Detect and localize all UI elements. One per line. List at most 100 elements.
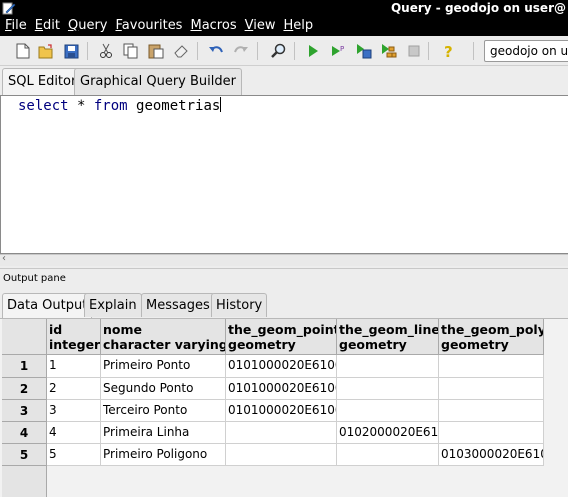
row-header[interactable]: 1 [2,355,47,378]
menu-bar: File Edit Query Favourites Macros View H… [0,16,568,36]
menu-edit[interactable]: Edit [34,16,65,36]
scroll-left-icon[interactable]: ‹ [2,253,6,264]
row-header[interactable]: 5 [2,444,47,466]
toolbar-separator [473,42,474,60]
editor-tabs: SQL Editor Graphical Query Builder [0,66,568,96]
table-cell[interactable]: Terceiro Ponto [101,400,226,422]
column-name: id [49,322,63,337]
column-header-the-geom-point[interactable]: the_geom_point geometry [226,319,337,355]
toolbar-separator [257,42,258,60]
column-header-id[interactable]: id integer [47,319,101,355]
tab-sql-editor[interactable]: SQL Editor [2,68,83,96]
column-type: geometry [228,337,296,352]
table-cell[interactable]: 0101000020E6100 [226,400,337,422]
title-bar: Query - geodojo on user@ [0,0,568,16]
sql-keyword-from: from [93,98,128,114]
table-cell[interactable]: 0101000020E6100 [226,355,337,378]
cancel-icon[interactable] [405,42,423,60]
table-cell[interactable] [439,378,544,400]
open-icon[interactable] [37,42,55,60]
tab-graphical-query-builder[interactable]: Graphical Query Builder [74,68,242,95]
grid-corner [2,319,47,355]
undo-icon[interactable] [207,42,225,60]
sql-editor[interactable]: select * from geometrias [0,95,568,254]
menu-query[interactable]: Query [67,16,113,36]
find-icon[interactable] [270,42,288,60]
column-type: geometry [339,337,407,352]
table-cell[interactable] [337,378,439,400]
connection-combo[interactable]: geodojo on us [484,40,568,62]
menu-macros[interactable]: Macros [189,16,241,36]
table-cell[interactable]: 3 [47,400,101,422]
toolbar-separator [294,42,295,60]
table-cell[interactable]: Segundo Ponto [101,378,226,400]
menu-favourites[interactable]: Favourites [114,16,187,36]
execute-icon[interactable] [304,42,322,60]
column-name: the_geom_poly [441,322,544,337]
column-header-the-geom-line[interactable]: the_geom_line geometry [337,319,439,355]
menu-file[interactable]: File [4,16,32,36]
column-name: the_geom_line [339,322,439,337]
output-pane-header: Output pane [0,268,568,288]
table-cell[interactable] [337,444,439,466]
copy-icon[interactable] [122,42,140,60]
column-type: character varying [103,337,226,352]
toolbar: P ? geodojo on us [0,36,568,66]
table-cell[interactable] [439,422,544,444]
new-icon[interactable] [14,42,32,60]
table-cell[interactable]: Primeira Linha [101,422,226,444]
row-header[interactable]: 3 [2,400,47,422]
svg-text:P: P [340,45,344,53]
window-title: Query - geodojo on user@ [390,1,566,15]
data-output-grid: id integer nome character varying the_ge… [0,318,568,497]
table-cell[interactable]: Primeiro Poligono [101,444,226,466]
table-cell[interactable] [226,422,337,444]
editor-horizontal-scrollbar[interactable]: ‹ [0,253,568,266]
save-icon[interactable] [62,42,80,60]
clear-icon[interactable] [172,42,190,60]
table-cell[interactable]: 0102000020E610 [337,422,439,444]
column-header-the-geom-poly[interactable]: the_geom_poly geometry [439,319,544,355]
toolbar-separator [87,42,88,60]
sql-table-name: geometrias [127,98,221,114]
toolbar-separator [197,42,198,60]
menu-view[interactable]: View [244,16,281,36]
toolbar-separator [428,42,429,60]
table-cell[interactable]: 0101000020E6100 [226,378,337,400]
table-cell[interactable] [337,355,439,378]
table-cell[interactable] [439,400,544,422]
tab-messages[interactable]: Messages [141,293,215,317]
explain-icon[interactable] [380,42,398,60]
help-icon[interactable]: ? [440,42,458,60]
tab-data-output[interactable]: Data Output [2,293,93,318]
paste-icon[interactable] [147,42,165,60]
column-header-nome[interactable]: nome character varying [101,319,226,355]
column-type: integer [49,337,101,352]
table-cell[interactable]: Primeiro Ponto [101,355,226,378]
table-cell[interactable]: 2 [47,378,101,400]
column-name: the_geom_point [228,322,337,337]
table-cell[interactable] [439,355,544,378]
cut-icon[interactable] [97,42,115,60]
table-cell[interactable] [226,444,337,466]
sql-keyword-select: select [18,98,69,114]
redo-icon[interactable] [232,42,250,60]
tab-explain[interactable]: Explain [84,293,142,317]
app-pencil-icon [2,2,16,15]
table-cell[interactable] [337,400,439,422]
table-cell[interactable]: 0103000020E6100 [439,444,544,466]
menu-help[interactable]: Help [282,16,318,36]
row-header-strip [2,466,47,497]
column-type: geometry [441,337,509,352]
row-header[interactable]: 2 [2,378,47,400]
svg-text:?: ? [444,43,453,59]
table-cell[interactable]: 5 [47,444,101,466]
tab-history[interactable]: History [211,293,268,317]
execute-pgscript-icon[interactable]: P [330,42,348,60]
sql-star: * [68,98,94,114]
table-cell[interactable]: 1 [47,355,101,378]
execute-to-file-icon[interactable] [355,42,373,60]
row-header[interactable]: 4 [2,422,47,444]
table-cell[interactable]: 4 [47,422,101,444]
column-name: nome [103,322,142,337]
